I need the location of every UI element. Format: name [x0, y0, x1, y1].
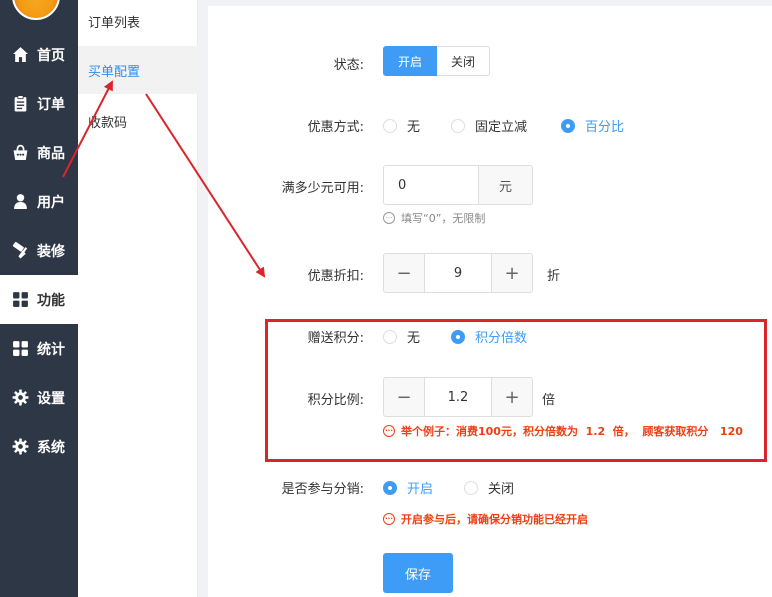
minus-button[interactable]: − — [383, 253, 425, 293]
shopping-bag-icon — [11, 144, 29, 162]
avatar[interactable] — [12, 0, 60, 20]
discount-rate-label: 优惠折扣: — [307, 269, 364, 284]
distribution-label: 是否参与分销: — [281, 482, 364, 497]
subnav-item-payment-code[interactable]: 收款码 — [78, 97, 198, 145]
min-amount-unit: 元 — [479, 165, 533, 205]
distribution-hint: ··· 开启参与后，请确保分销功能已经开启 — [383, 513, 588, 526]
main-nav: 首页 订单 商品 用户 装修 功能 统计 设置 系统 — [0, 0, 78, 597]
nav-item-label: 订单 — [37, 96, 65, 113]
min-amount-input-group: 0 元 — [383, 165, 533, 205]
nav-item-label: 首页 — [37, 47, 65, 64]
min-amount-label: 满多少元可用: — [281, 181, 364, 196]
nav-item-system[interactable]: 系统 — [0, 422, 78, 471]
nav-item-users[interactable]: 用户 — [0, 177, 78, 226]
paint-roller-icon — [11, 242, 29, 260]
sub-nav: 订单列表 买单配置 收款码 — [78, 0, 198, 597]
grid-icon — [11, 340, 29, 358]
discount-type-none-radio[interactable]: 无 — [383, 116, 420, 135]
distribution-on-radio[interactable]: 开启 — [383, 478, 433, 497]
min-amount-input[interactable]: 0 — [383, 165, 479, 205]
grid-icon — [11, 291, 29, 309]
nav-item-label: 设置 — [37, 390, 65, 407]
status-toggle: 开启 关闭 — [383, 46, 491, 76]
nav-item-label: 用户 — [37, 194, 65, 211]
nav-item-decoration[interactable]: 装修 — [0, 226, 78, 275]
discount-rate-stepper: − 9 + — [383, 253, 533, 293]
discount-type-label: 优惠方式: — [307, 120, 364, 135]
nav-item-orders[interactable]: 订单 — [0, 79, 78, 128]
nav-item-home[interactable]: 首页 — [0, 30, 78, 79]
min-amount-hint: ··· 填写“0”，无限制 — [383, 210, 485, 226]
nav-item-products[interactable]: 商品 — [0, 128, 78, 177]
info-dots-icon: ··· — [383, 513, 395, 525]
annotation-highlight-box — [265, 319, 767, 462]
settings-form: 状态: 开启 关闭 优惠方式: 无 固定立减 百分比 满多少元可用: 0 元 ·… — [208, 6, 772, 597]
info-dots-icon: ··· — [383, 212, 395, 224]
status-on-button[interactable]: 开启 — [383, 46, 438, 76]
nav-item-label: 系统 — [37, 439, 65, 456]
discount-rate-input[interactable]: 9 — [425, 253, 491, 293]
discount-type-fixed-radio[interactable]: 固定立减 — [451, 116, 527, 135]
nav-item-settings[interactable]: 设置 — [0, 373, 78, 422]
radio-circle — [383, 480, 397, 495]
radio-circle — [451, 118, 465, 133]
plus-button[interactable]: + — [491, 253, 533, 293]
nav-item-label: 功能 — [37, 292, 65, 309]
distribution-off-radio[interactable]: 关闭 — [464, 478, 514, 497]
nav-item-statistics[interactable]: 统计 — [0, 324, 78, 373]
clipboard-icon — [11, 95, 29, 113]
subnav-item-order-list[interactable]: 订单列表 — [78, 0, 198, 45]
save-button[interactable]: 保存 — [383, 553, 453, 593]
nav-item-label: 商品 — [37, 145, 65, 162]
discount-type-percent-radio[interactable]: 百分比 — [561, 116, 624, 135]
gear-icon — [11, 438, 29, 456]
nav-item-label: 装修 — [37, 243, 65, 260]
status-off-button[interactable]: 关闭 — [437, 46, 491, 76]
status-label: 状态: — [333, 58, 364, 73]
radio-circle — [383, 118, 397, 133]
user-icon — [11, 193, 29, 211]
radio-circle — [464, 480, 478, 495]
nav-item-functions[interactable]: 功能 — [0, 275, 78, 324]
home-icon — [11, 46, 29, 64]
subnav-item-checkout-config[interactable]: 买单配置 — [78, 46, 198, 94]
nav-item-label: 统计 — [37, 341, 65, 358]
discount-rate-unit: 折 — [547, 269, 561, 284]
radio-circle — [561, 118, 575, 133]
gear-icon — [11, 389, 29, 407]
